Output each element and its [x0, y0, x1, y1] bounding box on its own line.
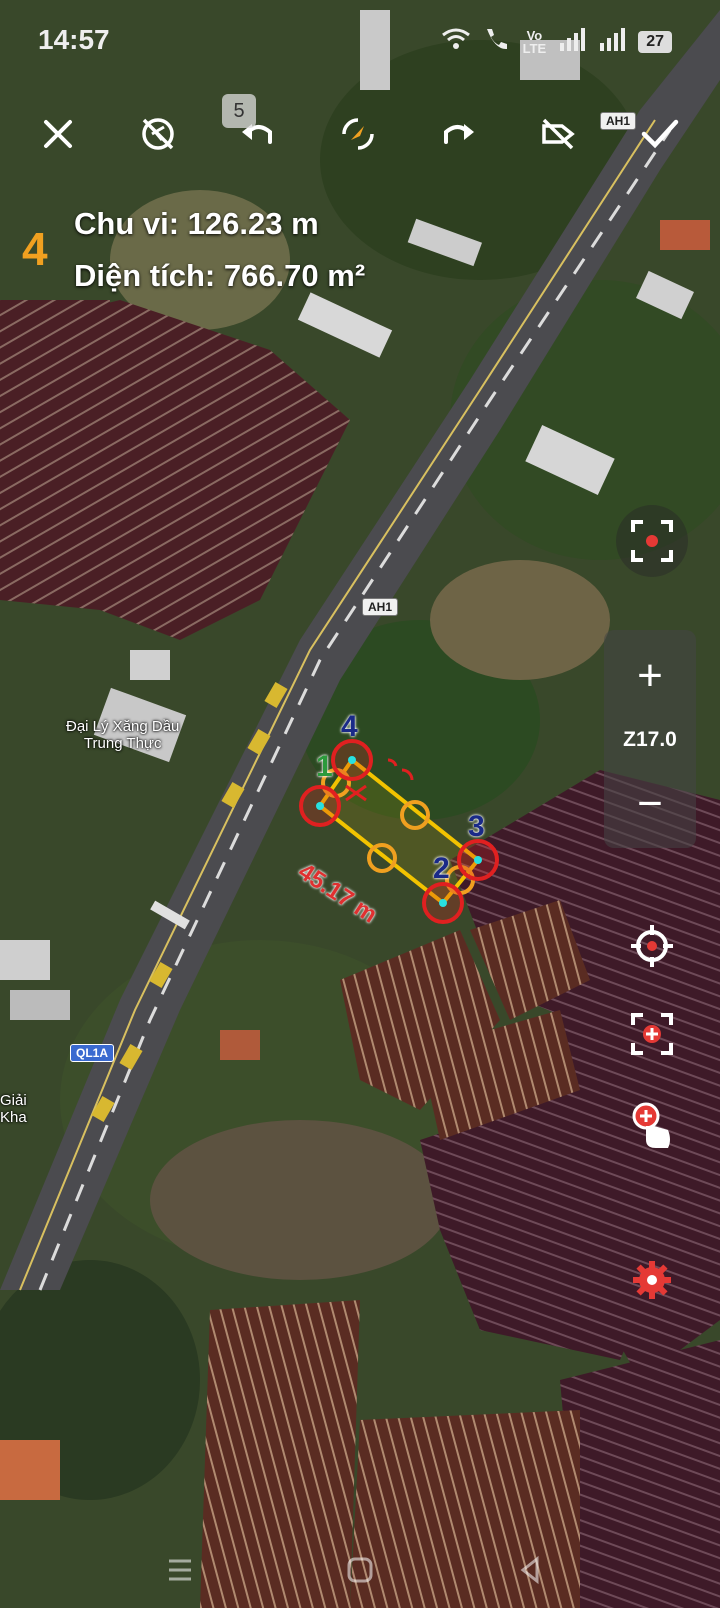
locate-button[interactable]	[616, 910, 688, 982]
call-icon	[483, 26, 511, 58]
area-text: Diện tích: 766.70 m²	[74, 258, 366, 293]
gps-off-icon	[142, 118, 174, 150]
undo-count-badge: 5	[222, 94, 256, 128]
label-toggle-button[interactable]	[530, 106, 586, 162]
vertex-label: 2	[433, 852, 450, 885]
settings-button[interactable]	[616, 1244, 688, 1316]
menu-lines-icon	[169, 1559, 191, 1581]
confirm-button[interactable]	[632, 106, 688, 162]
redo-button[interactable]	[430, 106, 486, 162]
measure-toolbar	[0, 100, 720, 160]
status-time: 14:57	[38, 24, 110, 55]
perimeter-text: Chu vi: 126.23 m	[74, 206, 319, 241]
compass-icon	[342, 118, 374, 150]
redo-icon	[444, 124, 474, 144]
back-icon	[520, 1555, 539, 1585]
status-icons: Vo LTE 27	[441, 26, 672, 58]
home-icon	[347, 1557, 373, 1583]
add-point-frame-icon	[631, 1013, 673, 1055]
back-button[interactable]	[500, 1550, 560, 1590]
close-button[interactable]	[30, 106, 86, 162]
label-off-icon	[542, 118, 575, 150]
vertex-label: 4	[341, 710, 358, 743]
crosshair-icon	[631, 925, 673, 967]
close-icon	[44, 120, 72, 148]
volte-icon: Vo LTE	[522, 28, 547, 56]
point-count: 4	[22, 223, 48, 275]
record-frame-icon	[631, 520, 673, 562]
add-point-center-button[interactable]	[616, 998, 688, 1070]
recents-button[interactable]	[150, 1550, 210, 1590]
vertex-label: 1	[316, 750, 333, 783]
compass-button[interactable]	[330, 106, 386, 162]
zoom-level: Z17.0	[623, 728, 677, 751]
wifi-icon	[441, 27, 471, 57]
zoom-out-button[interactable]: −	[604, 774, 696, 834]
checkmark-icon	[641, 119, 679, 149]
gear-icon	[633, 1261, 671, 1299]
zoom-control: + Z17.0 −	[604, 630, 696, 848]
tap-add-point-button[interactable]	[616, 1090, 688, 1162]
home-button[interactable]	[330, 1550, 390, 1590]
system-nav-bar	[0, 1540, 720, 1600]
status-bar: 14:57 Vo LTE 27	[0, 0, 720, 80]
tap-add-icon	[632, 1102, 670, 1148]
record-button[interactable]	[616, 505, 688, 577]
zoom-in-button[interactable]: +	[604, 646, 696, 706]
battery-indicator: 27	[638, 31, 672, 53]
vertex-label: 3	[468, 810, 485, 843]
signal-icon	[598, 27, 626, 57]
gps-toggle-button[interactable]	[130, 106, 186, 162]
signal-icon	[558, 27, 586, 57]
